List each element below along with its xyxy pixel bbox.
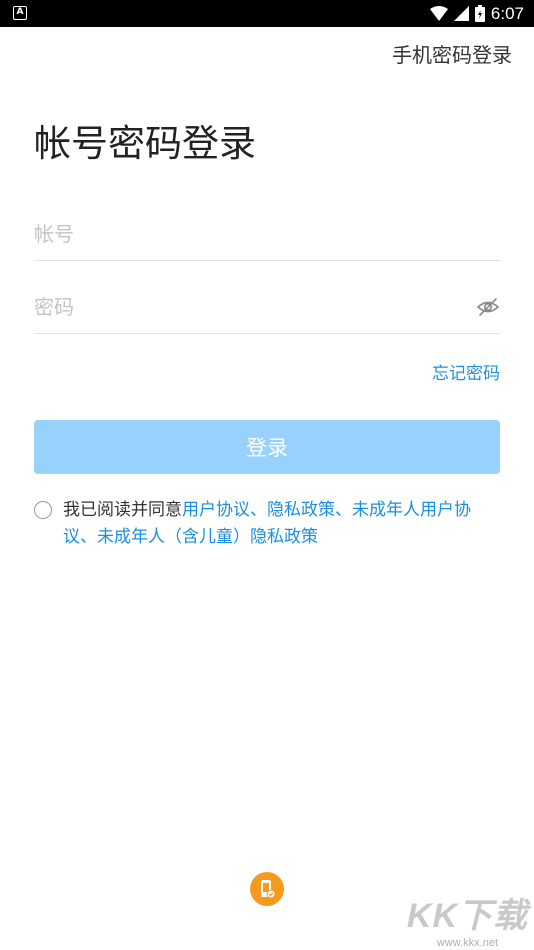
phone-login-link[interactable]: 手机密码登录 — [392, 41, 512, 69]
status-icons: 6:07 — [429, 3, 524, 24]
agree-checkbox[interactable] — [34, 501, 52, 519]
user-agreement-link[interactable]: 用户协议 — [182, 500, 250, 520]
watermark-url: www.kkx.net — [436, 937, 499, 949]
account-input[interactable] — [34, 214, 454, 254]
signal-icon — [453, 6, 469, 21]
separator: 、 — [250, 500, 267, 520]
account-field — [34, 214, 500, 261]
minor-privacy-policy-link[interactable]: 未成年人（含儿童）隐私政策 — [97, 527, 318, 547]
login-button[interactable]: 登录 — [34, 420, 500, 474]
app-notification-icon: A — [13, 6, 27, 20]
clock: 6:07 — [490, 4, 524, 23]
password-field — [34, 287, 500, 334]
watermark: KK下载 www.kkx.net — [407, 896, 528, 950]
login-button-label: 登录 — [246, 436, 288, 460]
separator: 、 — [80, 527, 97, 547]
separator: 、 — [335, 500, 352, 520]
password-input[interactable] — [34, 287, 454, 327]
page-title: 帐号密码登录 — [34, 122, 256, 165]
eye-off-icon[interactable] — [476, 295, 500, 319]
battery-icon — [474, 5, 485, 22]
forgot-password-link[interactable]: 忘记密码 — [432, 361, 500, 387]
phone-check-icon[interactable] — [250, 872, 284, 906]
privacy-policy-link[interactable]: 隐私政策 — [267, 500, 335, 520]
wifi-icon — [429, 6, 448, 21]
status-bar: A 6:07 — [0, 0, 534, 27]
agreement-text: 我已阅读并同意用户协议、隐私政策、未成年人用户协议、未成年人（含儿童）隐私政策 — [63, 497, 503, 551]
watermark-logo: KK下载 — [406, 897, 528, 935]
agreement-prefix: 我已阅读并同意 — [63, 500, 182, 520]
